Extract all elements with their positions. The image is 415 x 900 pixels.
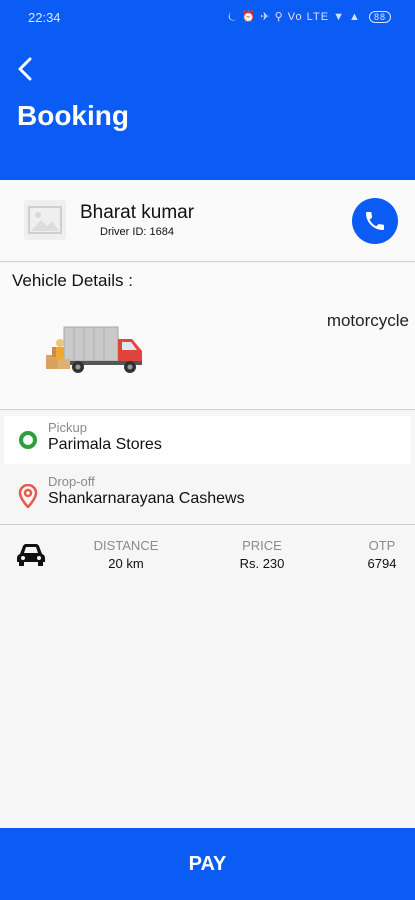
status-time: 22:34 <box>28 10 61 25</box>
call-button[interactable] <box>352 198 398 244</box>
driver-name: Bharat kumar <box>80 202 195 223</box>
page-title: Booking <box>17 100 129 131</box>
status-icons: ⏾ ⏰ ✈ ⚲ Vo LTE ▼ ▲ 88 <box>228 10 391 24</box>
phone-icon <box>366 212 384 230</box>
status-indicators: ⏾ ⏰ ✈ ⚲ Vo LTE ▼ ▲ <box>227 11 361 23</box>
pay-button[interactable]: PAY <box>0 828 415 900</box>
battery-icon: 88 <box>368 11 391 23</box>
pickup-value: Parimala Stores <box>48 436 162 453</box>
chevron-left-icon <box>18 57 32 81</box>
pickup-label: Pickup <box>48 420 88 435</box>
app-header: 22:34 ⏾ ⏰ ✈ ⚲ Vo LTE ▼ ▲ 88 Booking <box>0 0 415 180</box>
otp-stat: OTP 6794 <box>362 538 402 571</box>
distance-value: 20 km <box>108 556 144 571</box>
distance-label: DISTANCE <box>93 538 159 553</box>
price-label: PRICE <box>242 538 282 553</box>
back-button[interactable] <box>12 54 38 84</box>
location-pin-icon <box>18 484 38 508</box>
price-value: Rs. 230 <box>239 556 285 571</box>
pickup-circle-icon <box>19 431 37 449</box>
vehicle-type: motorcycle <box>326 311 409 330</box>
dropoff-label: Drop-off <box>48 474 95 489</box>
avatar <box>24 200 66 240</box>
otp-value: 6794 <box>367 556 397 571</box>
otp-label: OTP <box>368 538 396 553</box>
car-icon <box>17 544 45 566</box>
price-stat: PRICE Rs. 230 <box>232 538 292 571</box>
vehicle-details: Vehicle Details : motorcycle <box>0 263 415 410</box>
distance-stat: DISTANCE 20 km <box>88 538 164 571</box>
image-placeholder-icon <box>28 206 62 234</box>
vehicle-heading: Vehicle Details : <box>12 271 133 290</box>
divider <box>0 524 415 525</box>
dropoff-value: Shankarnarayana Cashews <box>48 490 245 507</box>
delivery-truck-icon <box>46 326 142 373</box>
pickup-row[interactable]: Pickup Parimala Stores <box>4 416 411 464</box>
driver-id: Driver ID: 1684 <box>100 226 174 238</box>
dropoff-row[interactable]: Drop-off Shankarnarayana Cashews <box>4 470 411 522</box>
status-bar: 22:34 ⏾ ⏰ ✈ ⚲ Vo LTE ▼ ▲ 88 <box>0 0 415 36</box>
